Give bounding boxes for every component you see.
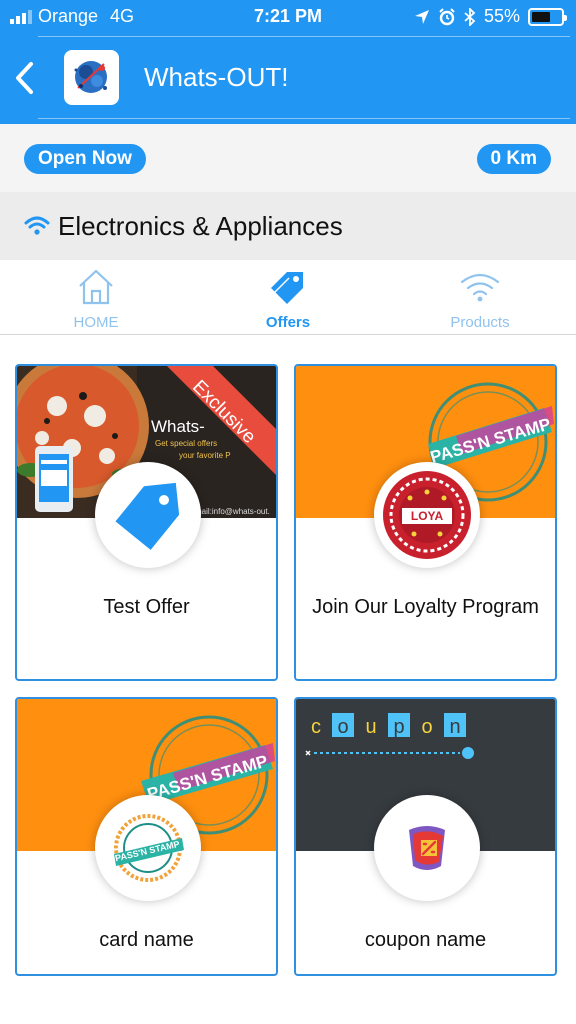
- offer-icon-circle: PASS'N STAMP: [95, 795, 201, 901]
- coupon-letter: o: [337, 716, 348, 738]
- battery-icon: [528, 7, 567, 26]
- loyalty-badge-icon: LOYA: [383, 471, 471, 559]
- open-status-badge: Open Now: [24, 144, 146, 174]
- offer-card-card-name[interactable]: PASS'N STAMP PASS'N STAMP card name: [15, 697, 278, 976]
- alarm-icon: [439, 7, 455, 25]
- coupon-letter: o: [421, 716, 432, 738]
- status-bar: Orange 4G 7:21 PM 55%: [0, 0, 576, 34]
- offer-icon-circle: [95, 462, 201, 568]
- house-icon: [79, 269, 113, 305]
- banner-tagline-2: your favorite P: [179, 451, 231, 460]
- offer-icon-circle: LOYA: [374, 462, 480, 568]
- location-arrow-icon: [414, 9, 429, 24]
- wifi-icon: [460, 273, 500, 302]
- category-label: Electronics & Appliances: [58, 210, 343, 241]
- offer-title: coupon name: [364, 929, 487, 951]
- banner-email: mail:info@whats-out.: [195, 507, 270, 516]
- coupon-letter: n: [449, 716, 460, 738]
- coupon-logo-icon: [409, 826, 445, 870]
- status-right: 55%: [414, 6, 567, 27]
- tab-bar: HOME Offers Products: [0, 260, 576, 335]
- tag-icon: [115, 482, 180, 550]
- offer-icon-circle: [374, 795, 480, 901]
- tab-home[interactable]: HOME: [0, 266, 192, 331]
- coupon-letter: c: [311, 716, 321, 738]
- tab-offers-label: Offers: [265, 314, 311, 331]
- offer-card-coupon[interactable]: c o u p o n coupon name: [294, 697, 557, 976]
- tab-products[interactable]: Products: [384, 266, 576, 331]
- tab-offers[interactable]: Offers: [192, 266, 384, 331]
- wifi-icon: [24, 216, 50, 235]
- app-title: Whats-OUT!: [144, 62, 289, 92]
- header-divider-bottom: [38, 118, 570, 119]
- chevron-left-icon[interactable]: [12, 60, 36, 96]
- bluetooth-icon: [464, 7, 476, 26]
- coupon-letter: u: [365, 716, 376, 738]
- offer-title: Join Our Loyalty Program: [312, 596, 539, 618]
- app-logo: [64, 50, 119, 105]
- banner-brand-text: Whats-: [151, 417, 205, 436]
- stamp-badge-icon: PASS'N STAMP: [114, 814, 184, 882]
- tab-home-label: HOME: [73, 314, 119, 331]
- loyalty-badge-text: LOYA: [411, 509, 444, 523]
- offer-card-loyalty[interactable]: PASS'N STAMP LOYA Join Our Loyalty Progr…: [294, 364, 557, 681]
- tab-products-label: Products: [450, 314, 510, 331]
- coupon-letter: p: [393, 716, 404, 738]
- distance-badge: 0 Km: [476, 144, 551, 174]
- tag-icon: [271, 272, 303, 304]
- offer-title: card name: [99, 929, 194, 951]
- battery-percent: 55%: [483, 6, 520, 26]
- offer-title: Test Offer: [103, 596, 190, 618]
- offer-card-test-offer[interactable]: Whats- Get special offers your favorite …: [15, 364, 278, 681]
- store-info-bar: Open Now 0 Km: [0, 124, 576, 192]
- header-divider: [38, 36, 570, 37]
- category-row: Electronics & Appliances: [0, 192, 576, 260]
- app-header: Orange 4G 7:21 PM 55% Whats-OUT!: [0, 0, 576, 124]
- banner-tagline: Get special offers: [155, 439, 217, 448]
